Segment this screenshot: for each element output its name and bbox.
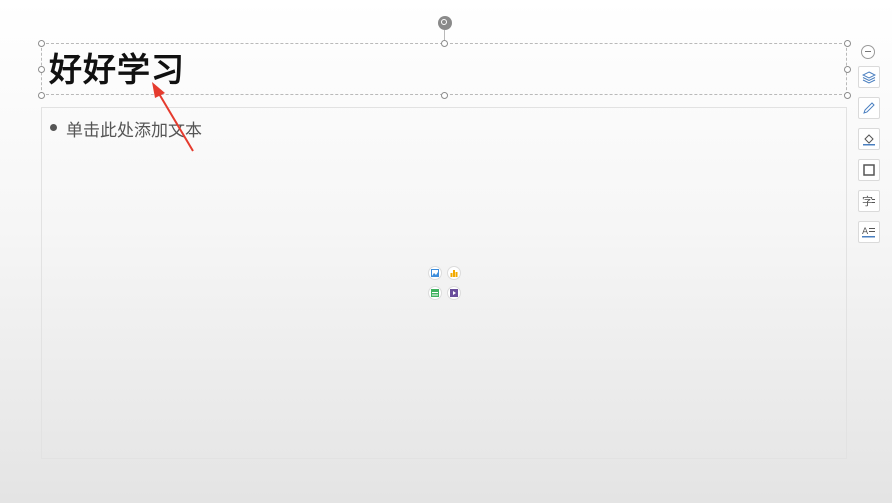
bullet-dot	[50, 124, 57, 131]
font-button[interactable]: 字	[858, 190, 880, 212]
insert-picture-button[interactable]	[428, 266, 442, 280]
insert-chart-button[interactable]	[447, 266, 461, 280]
insert-content-grid	[428, 266, 462, 300]
svg-text:A: A	[862, 227, 869, 237]
resize-handle-top-right[interactable]	[844, 40, 851, 47]
chart-icon	[450, 270, 458, 277]
outline-button[interactable]	[858, 159, 880, 181]
rotate-handle-icon[interactable]	[438, 16, 452, 30]
text-format-icon: A	[862, 227, 875, 238]
pen-button[interactable]	[858, 97, 880, 119]
floating-toolbar: 字 A	[857, 42, 883, 243]
insert-table-button[interactable]	[428, 286, 442, 300]
outline-icon	[863, 164, 875, 176]
insert-video-button[interactable]	[447, 286, 461, 300]
text-format-button[interactable]: A	[858, 221, 880, 243]
fill-button[interactable]	[858, 128, 880, 150]
layers-button[interactable]	[858, 66, 880, 88]
table-icon	[431, 289, 439, 297]
fill-icon	[863, 134, 875, 146]
resize-handle-bottom[interactable]	[441, 92, 448, 99]
video-icon	[450, 289, 458, 297]
layers-icon	[862, 71, 876, 84]
resize-handle-bottom-left[interactable]	[38, 92, 45, 99]
font-icon: 字	[862, 194, 875, 208]
svg-text:字: 字	[862, 194, 873, 208]
title-placeholder[interactable]: 好好学习	[41, 43, 847, 95]
content-placeholder-text[interactable]: 单击此处添加文本	[66, 116, 202, 141]
pen-icon	[863, 102, 875, 114]
resize-handle-right[interactable]	[844, 66, 851, 73]
resize-handle-top[interactable]	[441, 40, 448, 47]
resize-handle-left[interactable]	[38, 66, 45, 73]
slide-canvas[interactable]: 好好学习 单击此处添加文本 字 A	[0, 0, 892, 503]
collapse-toolbar-icon[interactable]	[861, 45, 875, 59]
resize-handle-bottom-right[interactable]	[844, 92, 851, 99]
rotate-stem	[444, 30, 445, 40]
resize-handle-top-left[interactable]	[38, 40, 45, 47]
slide-title[interactable]: 好好学习	[49, 50, 185, 90]
picture-icon	[431, 269, 439, 277]
